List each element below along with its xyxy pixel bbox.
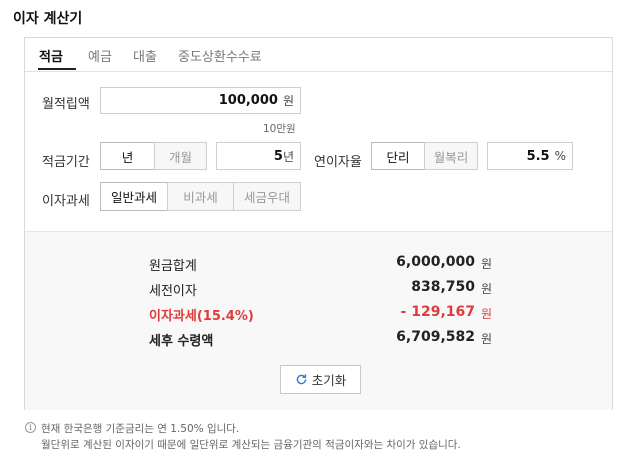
interest-tax-label: 이자과세(15.4%) [149, 309, 254, 324]
info-icon: i [25, 422, 36, 433]
tab-loan[interactable]: 대출 [133, 46, 157, 65]
note-base-rate: 현재 한국은행 기준금리는 연 1.50% 입니다. [41, 423, 240, 435]
interest-rate-input[interactable]: 5.5 % [487, 142, 573, 170]
monthly-deposit-unit: 원 [282, 94, 294, 108]
tax-preferential-option[interactable]: 세금우대 [233, 182, 301, 211]
note-calculation-method: 월단위로 계산된 이자이기 때문에 일단위로 계산되는 금융기관의 적금이자와는… [41, 439, 461, 451]
interest-rate-unit: % [554, 149, 566, 163]
period-input[interactable]: 5 년 [216, 142, 301, 170]
refresh-icon [296, 374, 307, 385]
interest-rate-label: 연이자율 [314, 155, 362, 170]
period-month-option[interactable]: 개월 [154, 142, 207, 170]
monthly-deposit-input[interactable]: 100,000 원 [100, 87, 301, 114]
principal-total-label: 원금합계 [149, 259, 197, 274]
period-year-option[interactable]: 년 [100, 142, 155, 170]
reset-button[interactable]: 초기화 [280, 365, 361, 394]
tax-exempt-option[interactable]: 비과세 [167, 182, 234, 211]
net-amount-value: 6,709,582 [396, 329, 475, 345]
tax-type-label: 이자과세 [42, 194, 90, 209]
interest-tax-value: - 129,167 [400, 304, 475, 320]
principal-total-unit: 원 [481, 257, 493, 271]
period-unit: 년 [282, 149, 294, 164]
tab-bar: 적금 예금 대출 중도상환수수료 [25, 38, 612, 72]
interest-rate-value: 5.5 [526, 148, 550, 164]
pretax-interest-unit: 원 [481, 282, 493, 296]
reset-label: 초기화 [311, 373, 347, 388]
monthly-deposit-label: 월적립액 [42, 97, 90, 112]
rate-simple-option[interactable]: 단리 [371, 142, 425, 170]
monthly-deposit-hint: 10만원 [263, 123, 296, 135]
net-amount-label: 세후 수령액 [149, 334, 214, 349]
tab-prepayment-fee[interactable]: 중도상환수수료 [178, 46, 262, 65]
page-title: 이자 계산기 [13, 11, 83, 27]
monthly-deposit-value: 100,000 [218, 93, 278, 108]
period-value: 5 [273, 148, 283, 164]
rate-compound-option[interactable]: 월복리 [424, 142, 478, 170]
principal-total-value: 6,000,000 [396, 254, 475, 270]
pretax-interest-label: 세전이자 [149, 284, 197, 299]
active-tab-indicator [38, 68, 76, 70]
tab-savings[interactable]: 적금 [39, 46, 63, 65]
period-label: 적금기간 [42, 155, 90, 170]
calculator-panel: 적금 예금 대출 중도상환수수료 월적립액 100,000 원 10만원 적금기… [24, 37, 613, 410]
tax-general-option[interactable]: 일반과세 [100, 182, 168, 211]
pretax-interest-value: 838,750 [411, 279, 475, 295]
net-amount-unit: 원 [481, 332, 493, 346]
tab-deposit[interactable]: 예금 [88, 46, 112, 65]
interest-tax-unit: 원 [481, 307, 493, 321]
